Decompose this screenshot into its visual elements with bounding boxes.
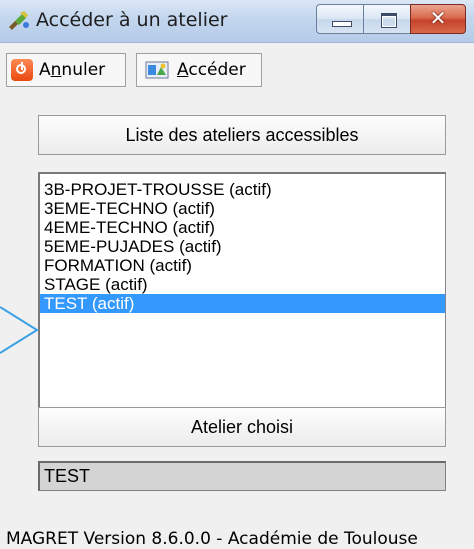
list-item[interactable]: TEST (actif): [40, 294, 445, 313]
access-label: Accéder: [177, 60, 246, 80]
list-item[interactable]: 3B-PROJET-TROUSSE (actif): [40, 180, 445, 199]
cancel-label: Annuler: [39, 60, 106, 80]
minimize-icon: [332, 21, 352, 27]
list-item[interactable]: 5EME-PUJADES (actif): [40, 237, 445, 256]
app-icon: [9, 11, 29, 30]
workshop-list-header-button[interactable]: Liste des ateliers accessibles: [38, 115, 446, 155]
power-icon: [11, 59, 33, 81]
list-item[interactable]: 4EME-TECHNO (actif): [40, 218, 445, 237]
maximize-icon: [381, 13, 397, 28]
title-bar[interactable]: Accéder à un atelier ✕: [0, 0, 474, 43]
toolbar: Annuler Accéder: [0, 43, 474, 91]
close-icon: ✕: [429, 6, 447, 30]
pointer-arrow-icon: [0, 306, 39, 354]
list-item[interactable]: FORMATION (actif): [40, 256, 445, 275]
list-item[interactable]: STAGE (actif): [40, 275, 445, 294]
cancel-button[interactable]: Annuler: [6, 53, 126, 87]
workshop-icon: [145, 61, 169, 79]
window-title: Accéder à un atelier: [36, 9, 228, 31]
status-bar: MAGRET Version 8.6.0.0 - Académie de Tou…: [6, 529, 418, 549]
chosen-workshop-button[interactable]: Atelier choisi: [38, 407, 446, 447]
list-item[interactable]: 3EME-TECHNO (actif): [40, 199, 445, 218]
maximize-button[interactable]: [363, 4, 411, 34]
minimize-button[interactable]: [316, 4, 364, 34]
dialog-body: Annuler Accéder Liste des ateliers acces…: [0, 43, 474, 549]
close-button[interactable]: ✕: [410, 4, 466, 34]
access-button[interactable]: Accéder: [136, 53, 262, 87]
chosen-workshop-field: TEST: [38, 461, 446, 491]
workshop-listbox[interactable]: 3B-PROJET-TROUSSE (actif) 3EME-TECHNO (ac…: [38, 172, 446, 417]
